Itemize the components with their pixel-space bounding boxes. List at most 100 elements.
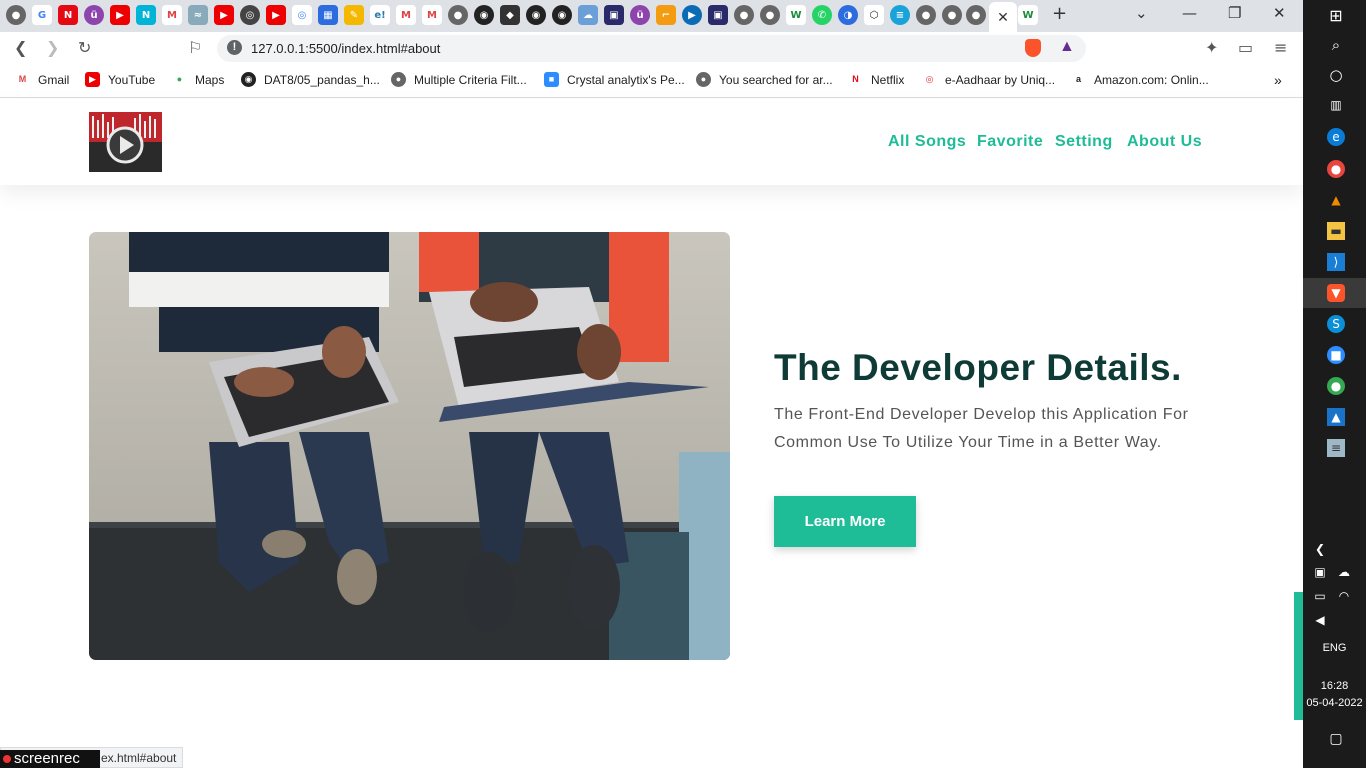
tab-icon[interactable]: ● — [942, 5, 962, 25]
input-language[interactable]: ENG — [1303, 642, 1366, 654]
address-bar[interactable]: ! 127.0.0.1:5500/index.html#about ▲ — [217, 35, 1086, 62]
tab-icon[interactable]: ▶ — [214, 5, 234, 25]
bookmark-amazon[interactable]: a Amazon.com: Onlin... — [1071, 72, 1209, 87]
back-icon[interactable]: ❮ — [14, 38, 27, 57]
nav-favorite[interactable]: Favorite — [977, 133, 1043, 151]
bookmark-netflix[interactable]: N Netflix — [848, 72, 904, 87]
cortana-icon[interactable]: ○ — [1327, 66, 1345, 84]
tab-icon[interactable]: e! — [370, 5, 390, 25]
tab-icon[interactable]: ▦ — [318, 5, 338, 25]
clock-date[interactable]: 05-04-2022 — [1303, 697, 1366, 709]
brave-shield-icon[interactable] — [1025, 39, 1041, 57]
tab-icon[interactable]: ▣ — [708, 5, 728, 25]
show-hidden-icons-icon[interactable]: ❮ — [1311, 540, 1329, 558]
wifi-icon[interactable]: ◠ — [1335, 587, 1353, 605]
tab-icon[interactable]: ü — [630, 5, 650, 25]
nav-setting[interactable]: Setting — [1055, 133, 1113, 151]
bookmark-search[interactable]: ● You searched for ar... — [696, 72, 833, 87]
windows-start-icon[interactable]: ⊞ — [1327, 6, 1345, 25]
tab-icon[interactable]: ✆ — [812, 5, 832, 25]
notepad-icon[interactable]: ≡ — [1327, 439, 1345, 457]
tab-icon[interactable]: ü — [84, 5, 104, 25]
maximize-icon[interactable]: ❐ — [1228, 4, 1241, 22]
tab-icon[interactable]: N — [136, 5, 156, 25]
nav-about-us[interactable]: About Us — [1127, 133, 1202, 151]
bookmark-aadhaar[interactable]: ◎ e-Aadhaar by Uniq... — [922, 72, 1055, 87]
learn-more-button[interactable]: Learn More — [774, 496, 916, 547]
meet-now-icon[interactable]: ▣ — [1311, 563, 1329, 581]
tab-icon[interactable]: ☁ — [578, 5, 598, 25]
app-logo[interactable] — [89, 112, 162, 172]
close-window-icon[interactable]: ✕ — [1273, 4, 1286, 22]
tab-icon[interactable]: M — [162, 5, 182, 25]
tab-icon[interactable]: ▶ — [110, 5, 130, 25]
tab-icon[interactable]: ● — [760, 5, 780, 25]
new-tab-icon[interactable]: + — [1052, 3, 1067, 24]
tab-icon[interactable]: ✎ — [344, 5, 364, 25]
tab-search-chevron-icon[interactable]: ⌄ — [1135, 4, 1148, 22]
github-icon: ◉ — [241, 72, 256, 87]
volume-icon[interactable]: ◀ — [1311, 611, 1329, 629]
tab-icon[interactable]: M — [396, 5, 416, 25]
bookmark-icon[interactable]: ⚐ — [188, 38, 202, 57]
tab-icon[interactable]: ◉ — [552, 5, 572, 25]
reload-icon[interactable]: ↻ — [78, 38, 91, 57]
info-icon[interactable]: ! — [227, 40, 242, 55]
tab-icon[interactable]: ◎ — [240, 5, 260, 25]
task-view-icon[interactable]: ▥ — [1327, 96, 1345, 114]
search-icon[interactable]: ⌕ — [1327, 36, 1345, 54]
tab-icon[interactable]: M — [422, 5, 442, 25]
tab-icon[interactable]: ≈ — [188, 5, 208, 25]
extensions-icon[interactable]: ✦ — [1205, 38, 1218, 57]
tab-icon[interactable]: G — [32, 5, 52, 25]
bookmark-youtube[interactable]: ▶ YouTube — [85, 72, 155, 87]
tab-icon[interactable]: ◉ — [474, 5, 494, 25]
tab-icon[interactable]: ● — [966, 5, 986, 25]
vscode-icon[interactable]: ⟩ — [1327, 253, 1345, 271]
active-tab-close-icon[interactable]: ✕ — [989, 2, 1017, 32]
forward-icon[interactable]: ❯ — [46, 38, 59, 57]
tab-icon[interactable]: ◉ — [526, 5, 546, 25]
tab-icon[interactable]: ⬡ — [864, 5, 884, 25]
file-explorer-icon[interactable]: ▬ — [1327, 222, 1345, 240]
bookmark-gmail[interactable]: M Gmail — [15, 72, 69, 87]
chrome-alt-icon[interactable]: ● — [1327, 377, 1345, 395]
edge-icon[interactable]: e — [1327, 128, 1345, 146]
battery-icon[interactable]: ▭ — [1311, 587, 1329, 605]
minimize-icon[interactable]: — — [1182, 4, 1197, 22]
tab-icon[interactable]: ▣ — [604, 5, 624, 25]
url-text[interactable]: 127.0.0.1:5500/index.html#about — [251, 41, 440, 56]
onedrive-icon[interactable]: ☁ — [1335, 563, 1353, 581]
tab-icon[interactable]: ≡ — [890, 5, 910, 25]
skype-icon[interactable]: S — [1327, 315, 1345, 333]
chrome-icon[interactable]: ● — [1327, 160, 1345, 178]
tab-icon[interactable]: ● — [448, 5, 468, 25]
nav-all-songs[interactable]: All Songs — [888, 133, 966, 151]
wallet-icon[interactable]: ▭ — [1238, 38, 1253, 57]
zoom-icon[interactable]: ■ — [1327, 346, 1345, 364]
tab-icon[interactable]: ● — [6, 5, 26, 25]
photos-icon[interactable]: ▲ — [1327, 408, 1345, 426]
bookmark-maps[interactable]: ● Maps — [172, 72, 224, 87]
clock-time[interactable]: 16:28 — [1303, 680, 1366, 692]
more-bookmarks-icon[interactable]: » — [1274, 72, 1282, 88]
menu-icon[interactable]: ≡ — [1274, 38, 1287, 57]
tab-icon[interactable]: N — [58, 5, 78, 25]
bookmark-crystal[interactable]: ■ Crystal analytix's Pe... — [544, 72, 685, 87]
tab-icon[interactable]: ◆ — [500, 5, 520, 25]
bookmark-github[interactable]: ◉ DAT8/05_pandas_h... — [241, 72, 380, 87]
brave-icon[interactable]: ▼ — [1327, 284, 1345, 302]
tab-icon[interactable]: ◑ — [838, 5, 858, 25]
tab-icon[interactable]: ● — [734, 5, 754, 25]
notifications-icon[interactable]: ▢ — [1327, 730, 1345, 748]
tab-icon[interactable]: ◎ — [292, 5, 312, 25]
rewards-icon[interactable]: ▲ — [1059, 38, 1075, 56]
tab-icon[interactable]: W — [1018, 5, 1038, 25]
tab-icon[interactable]: W — [786, 5, 806, 25]
tab-icon[interactable]: ⌐ — [656, 5, 676, 25]
tab-icon[interactable]: ▶ — [682, 5, 702, 25]
tab-icon[interactable]: ● — [916, 5, 936, 25]
tab-icon[interactable]: ▶ — [266, 5, 286, 25]
bookmark-filter[interactable]: ● Multiple Criteria Filt... — [391, 72, 527, 87]
vlc-icon[interactable]: ▲ — [1327, 191, 1345, 209]
